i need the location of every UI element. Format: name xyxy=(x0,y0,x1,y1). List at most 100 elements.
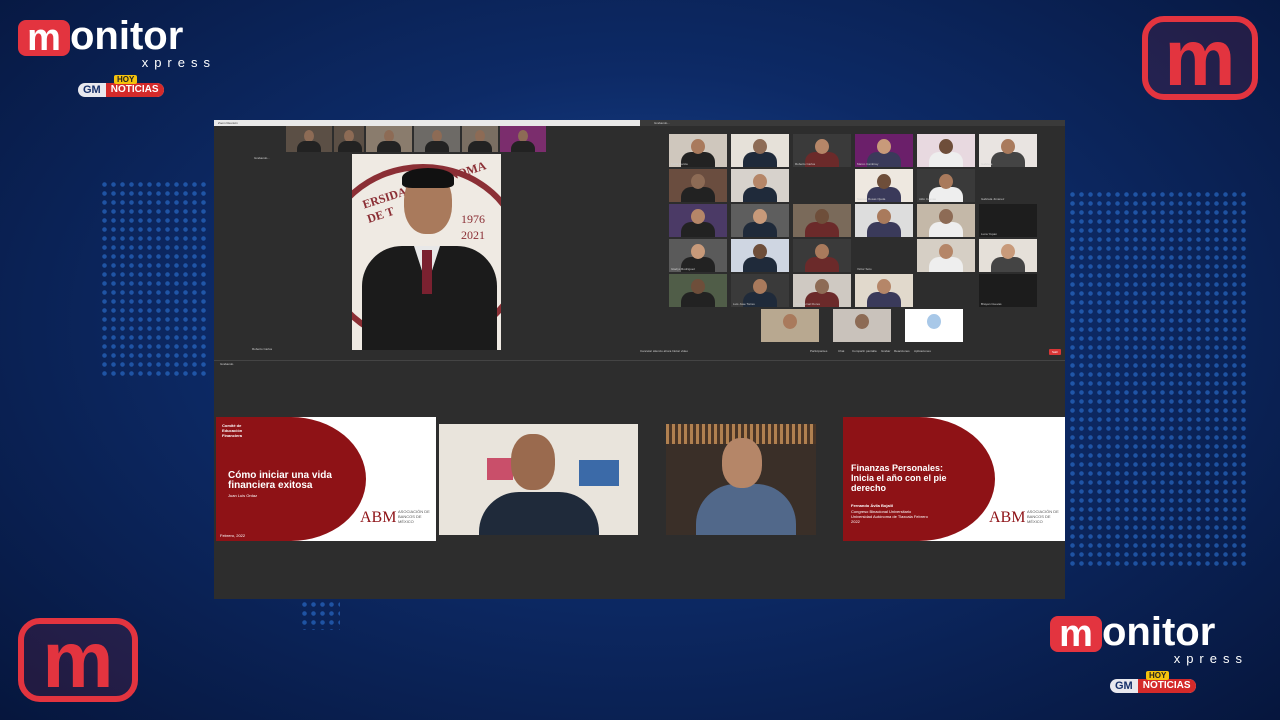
reactions-button[interactable]: Reacciones xyxy=(894,349,910,353)
crest-year-1: 1976 xyxy=(461,212,485,226)
participant-name: Gabriela Jiménez xyxy=(981,197,1005,201)
participant-body xyxy=(867,292,901,307)
participant-tile[interactable]: Luis Jose Torres xyxy=(731,274,789,307)
participant-thumb[interactable] xyxy=(500,126,546,152)
speaker-hair xyxy=(402,168,454,188)
participant-head xyxy=(877,209,891,224)
monitor-xpress-logo-top-left: m onitor xpress xyxy=(18,16,228,69)
logo-word: onitor xyxy=(1102,610,1216,654)
participant-body xyxy=(681,222,715,237)
slide-title: Cómo iniciar una vida financiera exitosa xyxy=(228,470,332,491)
record-button[interactable]: Grabar xyxy=(881,349,890,353)
gm-noticias-badge-top: GM NOTICIAS HOY xyxy=(78,75,164,97)
meeting-toolbar: Cancelar silencio ahora Iniciar video Pa… xyxy=(640,346,1065,360)
participant-tile[interactable] xyxy=(793,239,851,272)
participant-tile[interactable] xyxy=(793,204,851,237)
noticias-label: NOTICIAS xyxy=(1137,679,1196,693)
participant-head xyxy=(691,244,705,259)
participant-body xyxy=(743,222,777,237)
participant-tile[interactable]: Jose Bernal Flores xyxy=(793,274,851,307)
participant-tile[interactable] xyxy=(855,204,913,237)
participant-tile[interactable] xyxy=(761,309,819,342)
participant-tile[interactable]: Aldo Cuevas xyxy=(917,169,975,202)
participant-tile[interactable] xyxy=(905,309,963,342)
share-screen-button[interactable]: Compartir pantalla xyxy=(852,349,877,353)
logo-m-mark: m xyxy=(18,19,70,57)
gm-noticias-badge-bottom: GM NOTICIAS HOY xyxy=(1110,671,1196,693)
participant-body xyxy=(743,257,777,272)
participant-tile[interactable] xyxy=(669,169,727,202)
video-conference-screen: Zoom Reunión Grabando... Grabando... ERS… xyxy=(214,120,1065,599)
participant-tile[interactable] xyxy=(731,204,789,237)
participant-head xyxy=(815,279,829,294)
participant-tile[interactable]: Victor Soto xyxy=(855,239,913,272)
participant-body xyxy=(805,222,839,237)
participant-tile[interactable]: Marco Cambray xyxy=(855,134,913,167)
participant-tile[interactable] xyxy=(917,204,975,237)
participant-tile[interactable] xyxy=(917,239,975,272)
participant-tile[interactable] xyxy=(731,169,789,202)
participant-tile[interactable]: Karla Garcia xyxy=(669,134,727,167)
presenter-head xyxy=(722,438,762,488)
participant-tile[interactable]: Roberto Carlos xyxy=(793,134,851,167)
panel-divider xyxy=(214,360,1065,361)
participant-tile[interactable] xyxy=(855,274,913,307)
participant-tile[interactable]: Luna Yupan xyxy=(979,204,1037,237)
participant-tile[interactable]: Gladys Rodríguez xyxy=(669,239,727,272)
leave-button[interactable]: Salir xyxy=(1048,349,1061,355)
participant-tile[interactable] xyxy=(833,309,891,342)
participant-head xyxy=(939,139,953,154)
participant-head xyxy=(877,174,891,189)
participant-thumb[interactable] xyxy=(334,126,364,152)
participant-tile[interactable] xyxy=(917,134,975,167)
participant-body xyxy=(805,257,839,272)
participants-button[interactable]: Participantes xyxy=(810,349,827,353)
presenter-head xyxy=(511,434,555,490)
participant-name: Roberto Carlos xyxy=(795,162,816,166)
participant-head xyxy=(815,244,829,259)
participant-tile[interactable] xyxy=(669,274,727,307)
participant-thumbnail-strip[interactable] xyxy=(286,126,546,152)
recording-indicator: Grabando... xyxy=(254,156,270,160)
participant-tile[interactable] xyxy=(917,274,975,307)
participant-name: Karla Garcia xyxy=(671,162,688,166)
slide-title: Finanzas Personales: Inicia el año con e… xyxy=(851,463,947,493)
participant-tile[interactable]: Brayan Cuevas xyxy=(979,274,1037,307)
logo-m-mark: m xyxy=(1050,615,1102,653)
participant-head xyxy=(753,209,767,224)
slide-author: Juan Luis Ordaz xyxy=(228,493,258,498)
active-speaker-video[interactable]: ERSIDAD AUTÓNOMA DE T 1976 2021 xyxy=(352,154,501,350)
chat-button[interactable]: Chat xyxy=(838,349,844,353)
participant-thumb[interactable] xyxy=(286,126,332,152)
participant-tile[interactable] xyxy=(979,239,1037,272)
participant-thumb[interactable] xyxy=(414,126,460,152)
participant-tile[interactable] xyxy=(669,204,727,237)
presenter-video-1[interactable] xyxy=(439,424,638,535)
wall-art xyxy=(579,460,619,486)
logo-word: onitor xyxy=(70,14,184,58)
participant-head xyxy=(939,209,953,224)
monitor-m-icon-top-right: m xyxy=(1142,13,1258,102)
participant-tile[interactable]: Gabriela Jiménez xyxy=(979,169,1037,202)
participant-tile[interactable] xyxy=(731,134,789,167)
participant-tile[interactable] xyxy=(793,169,851,202)
slide-event: Congreso Binacional Universitario Univer… xyxy=(851,509,928,524)
world-map-right xyxy=(1068,190,1248,570)
apps-button[interactable]: Aplicaciones xyxy=(914,349,931,353)
recording-label: Grabando... xyxy=(654,121,670,125)
abm-name: ASOCIACIÓN DE BANCOS DE MÉXICO xyxy=(398,509,430,524)
participant-tile[interactable]: Samuel Rosas Ojeda xyxy=(855,169,913,202)
unmute-button[interactable]: Cancelar silencio ahora xyxy=(640,349,671,353)
participant-tile[interactable] xyxy=(731,239,789,272)
participant-body xyxy=(743,152,777,167)
presenter-video-2[interactable] xyxy=(666,424,816,535)
participant-body xyxy=(867,222,901,237)
participant-thumb[interactable] xyxy=(366,126,412,152)
start-video-button[interactable]: Iniciar video xyxy=(672,349,688,353)
participant-body xyxy=(929,222,963,237)
participant-tile[interactable]: Gabriela xyxy=(979,134,1037,167)
participant-thumb[interactable] xyxy=(462,126,498,152)
participant-body xyxy=(991,152,1025,167)
abm-logo: ABM xyxy=(360,509,397,526)
monitor-xpress-logo-bottom-right: m onitor xpress xyxy=(1050,612,1260,665)
